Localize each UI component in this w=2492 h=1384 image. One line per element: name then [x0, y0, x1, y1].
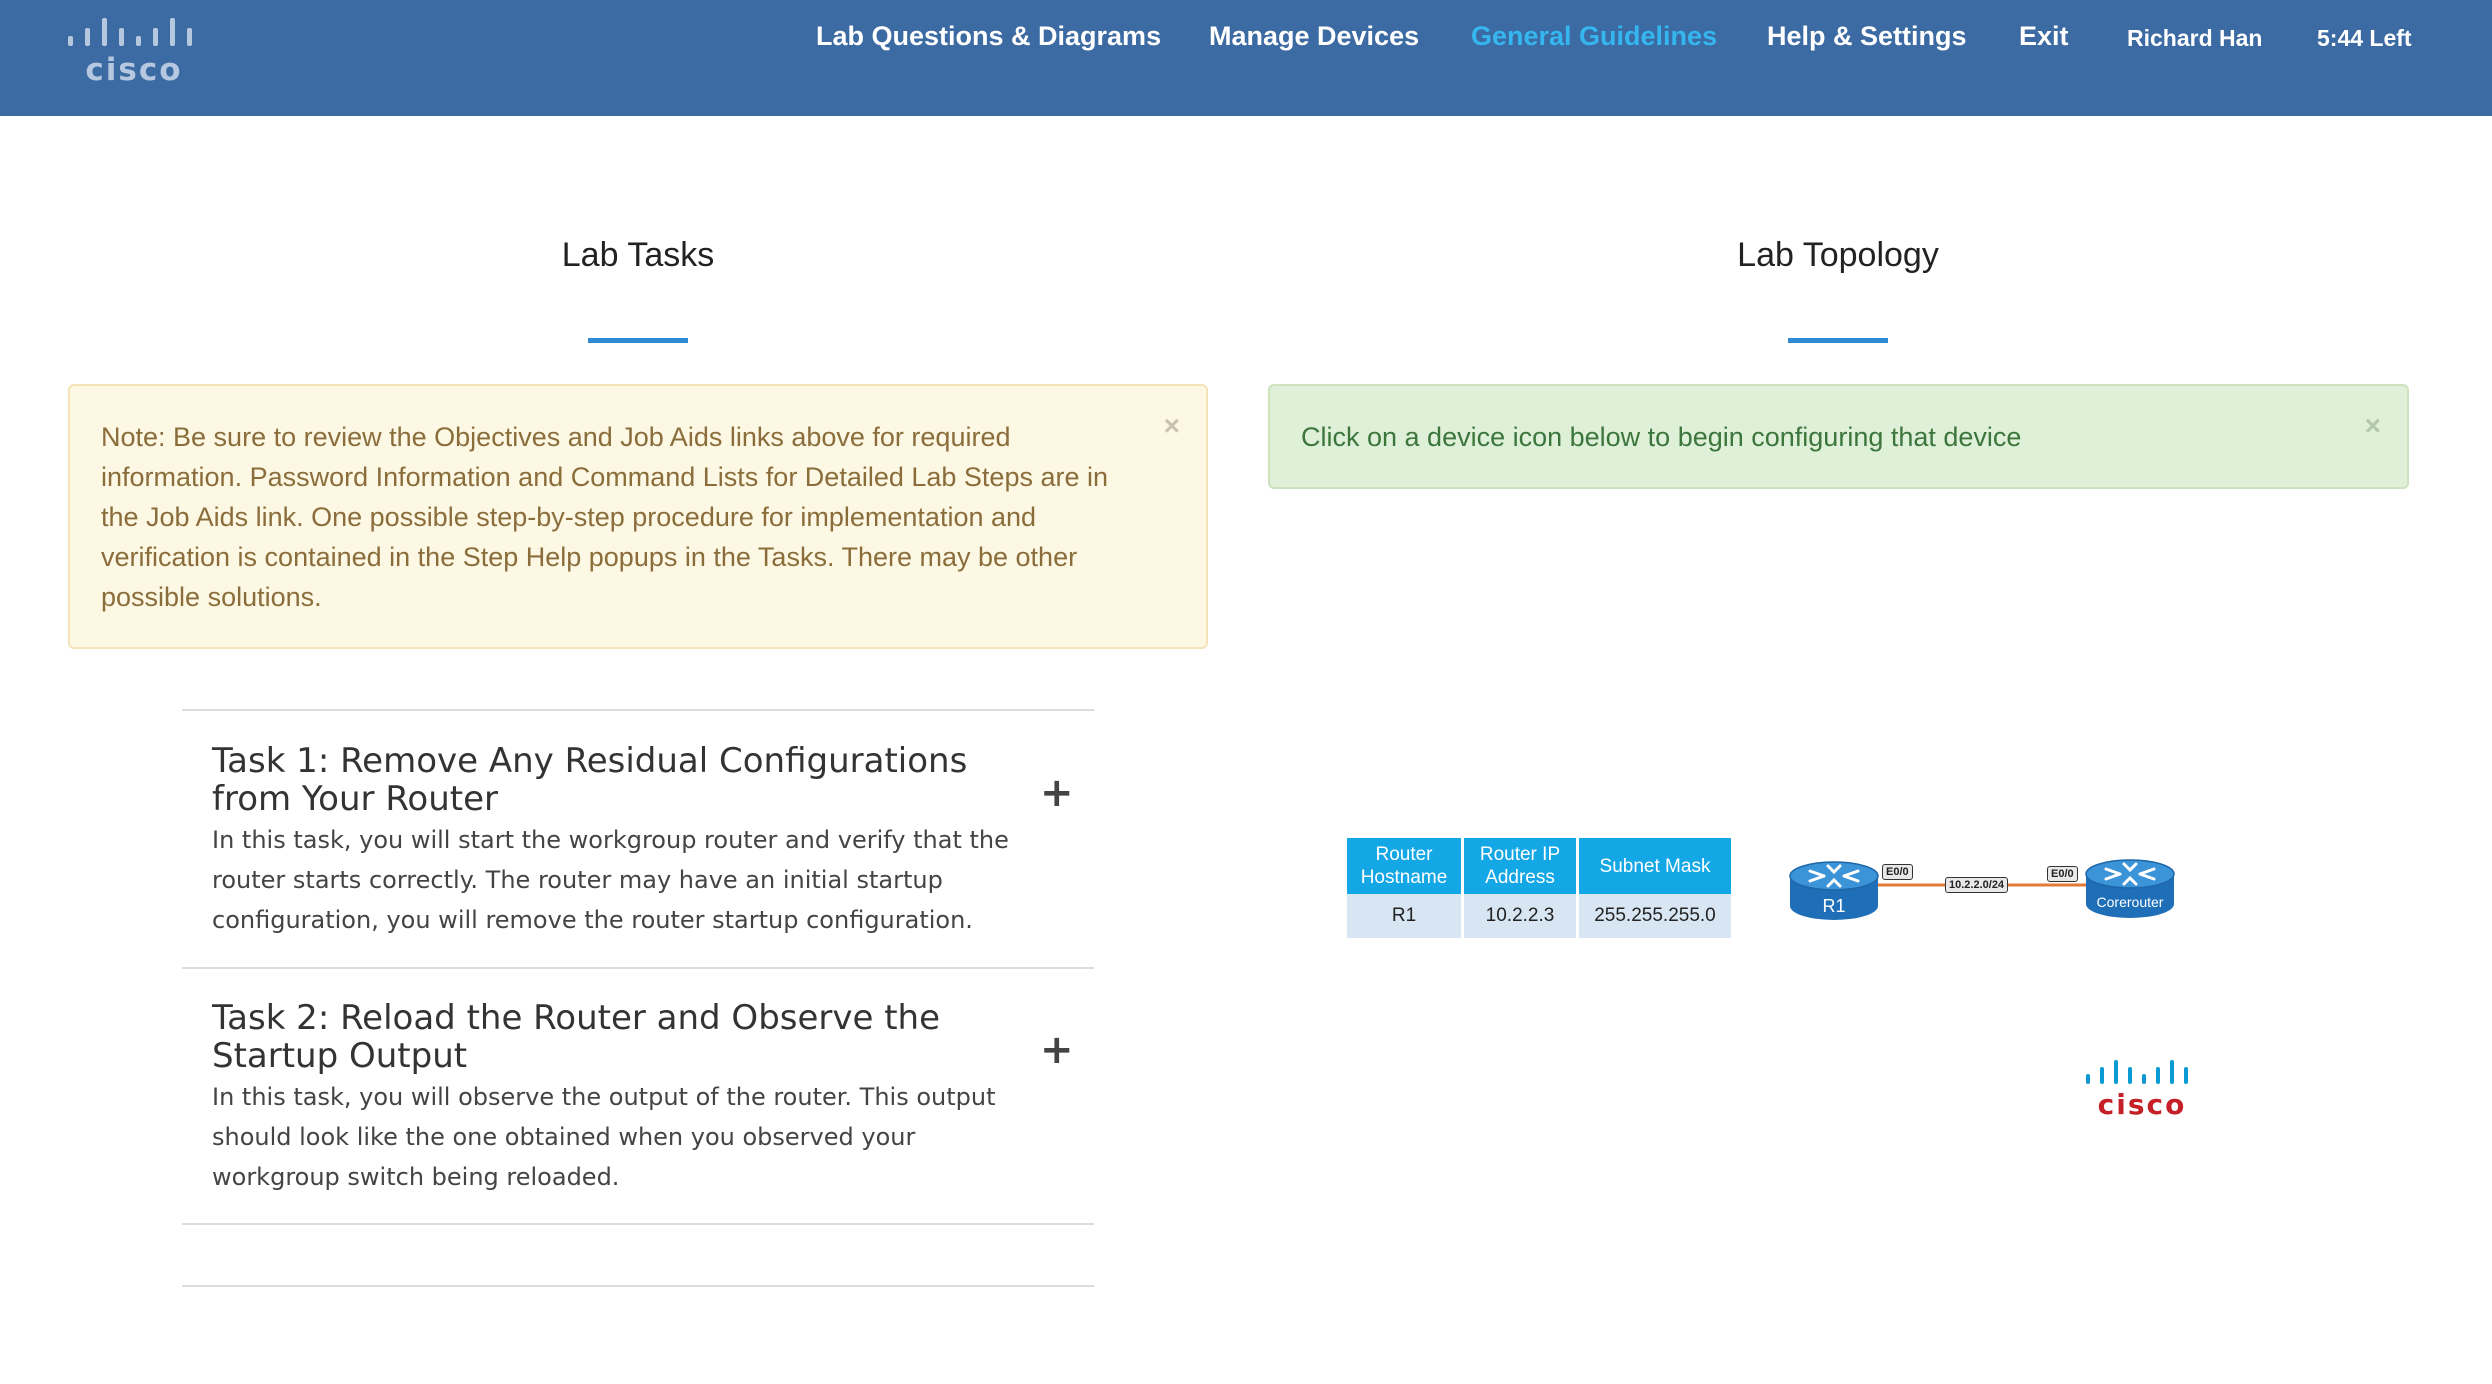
divider	[182, 1285, 1094, 1287]
table-header: Router Hostname	[1347, 838, 1461, 894]
router-r1-label: R1	[1822, 896, 1846, 916]
table-cell: R1	[1347, 894, 1461, 938]
divider	[182, 967, 1094, 969]
router-corerouter-label: Corerouter	[2096, 894, 2164, 910]
nav-exit[interactable]: Exit	[2019, 18, 2069, 54]
nav-time-left: 5:44 Left	[2317, 25, 2412, 51]
task-2-description: In this task, you will observe the outpu…	[212, 1083, 996, 1191]
table-row: R1 10.2.2.3 255.255.255.0	[1347, 894, 1731, 938]
lab-tasks-heading-rule	[588, 338, 688, 343]
table-header-row: Router Hostname Router IP Address Subnet…	[1347, 838, 1731, 894]
table-cell: 10.2.2.3	[1464, 894, 1576, 938]
divider	[182, 709, 1094, 711]
task-1-description: In this task, you will start the workgro…	[212, 826, 1009, 934]
topology-diagram: R1 Corerouter E0/0 10.2.2.0/24 E0/0	[1780, 850, 2200, 930]
expand-plus-icon[interactable]: +	[1040, 1027, 1074, 1073]
subnet-label: 10.2.2.0/24	[1945, 877, 2009, 893]
table-header: Router IP Address	[1464, 838, 1576, 894]
router-corerouter[interactable]: Corerouter	[2084, 856, 2176, 920]
lab-tasks-heading: Lab Tasks	[561, 236, 715, 274]
note-alert: Note: Be sure to review the Objectives a…	[68, 384, 1208, 649]
cisco-bars-icon	[2086, 1060, 2188, 1084]
top-navbar: cisco Lab Questions & Diagrams Manage De…	[0, 0, 2492, 116]
info-alert: Click on a device icon below to begin co…	[1268, 384, 2409, 489]
interface-label-left: E0/0	[1882, 864, 1913, 880]
nav-help-settings[interactable]: Help & Settings	[1767, 18, 1967, 54]
task-item-2[interactable]: Task 2: Reload the Router and Observe th…	[212, 999, 1052, 1197]
router-r1[interactable]: R1	[1788, 858, 1880, 922]
cisco-logo: cisco	[62, 16, 206, 94]
task-2-title[interactable]: Task 2: Reload the Router and Observe th…	[212, 999, 972, 1075]
table-cell: 255.255.255.0	[1579, 894, 1731, 938]
interface-label-right: E0/0	[2047, 866, 2078, 882]
task-item-1[interactable]: Task 1: Remove Any Residual Configuratio…	[212, 742, 1052, 940]
close-icon[interactable]: ×	[1164, 406, 1180, 446]
lab-topology-heading: Lab Topology	[1737, 236, 1939, 274]
nav-general-guidelines[interactable]: General Guidelines	[1471, 18, 1717, 54]
router-icon	[2085, 859, 2175, 918]
table-header: Subnet Mask	[1579, 838, 1731, 894]
cisco-footer-logo: cisco	[2082, 1058, 2202, 1124]
info-alert-text: Click on a device icon below to begin co…	[1301, 422, 2022, 452]
nav-manage-devices[interactable]: Manage Devices	[1209, 18, 1419, 54]
expand-plus-icon[interactable]: +	[1040, 770, 1074, 816]
cisco-logo-text: cisco	[85, 52, 183, 88]
lab-topology-heading-rule	[1788, 338, 1888, 343]
router-address-table: Router Hostname Router IP Address Subnet…	[1344, 838, 1734, 938]
close-icon[interactable]: ×	[2365, 406, 2381, 446]
cisco-bars-icon	[68, 18, 192, 46]
nav-lab-questions[interactable]: Lab Questions & Diagrams	[816, 18, 1161, 54]
nav-user-name[interactable]: Richard Han	[2127, 20, 2262, 56]
cisco-footer-logo-text: cisco	[2097, 1088, 2187, 1121]
divider	[182, 1223, 1094, 1225]
note-alert-text: Note: Be sure to review the Objectives a…	[101, 422, 1109, 612]
task-1-title[interactable]: Task 1: Remove Any Residual Configuratio…	[212, 742, 1032, 818]
